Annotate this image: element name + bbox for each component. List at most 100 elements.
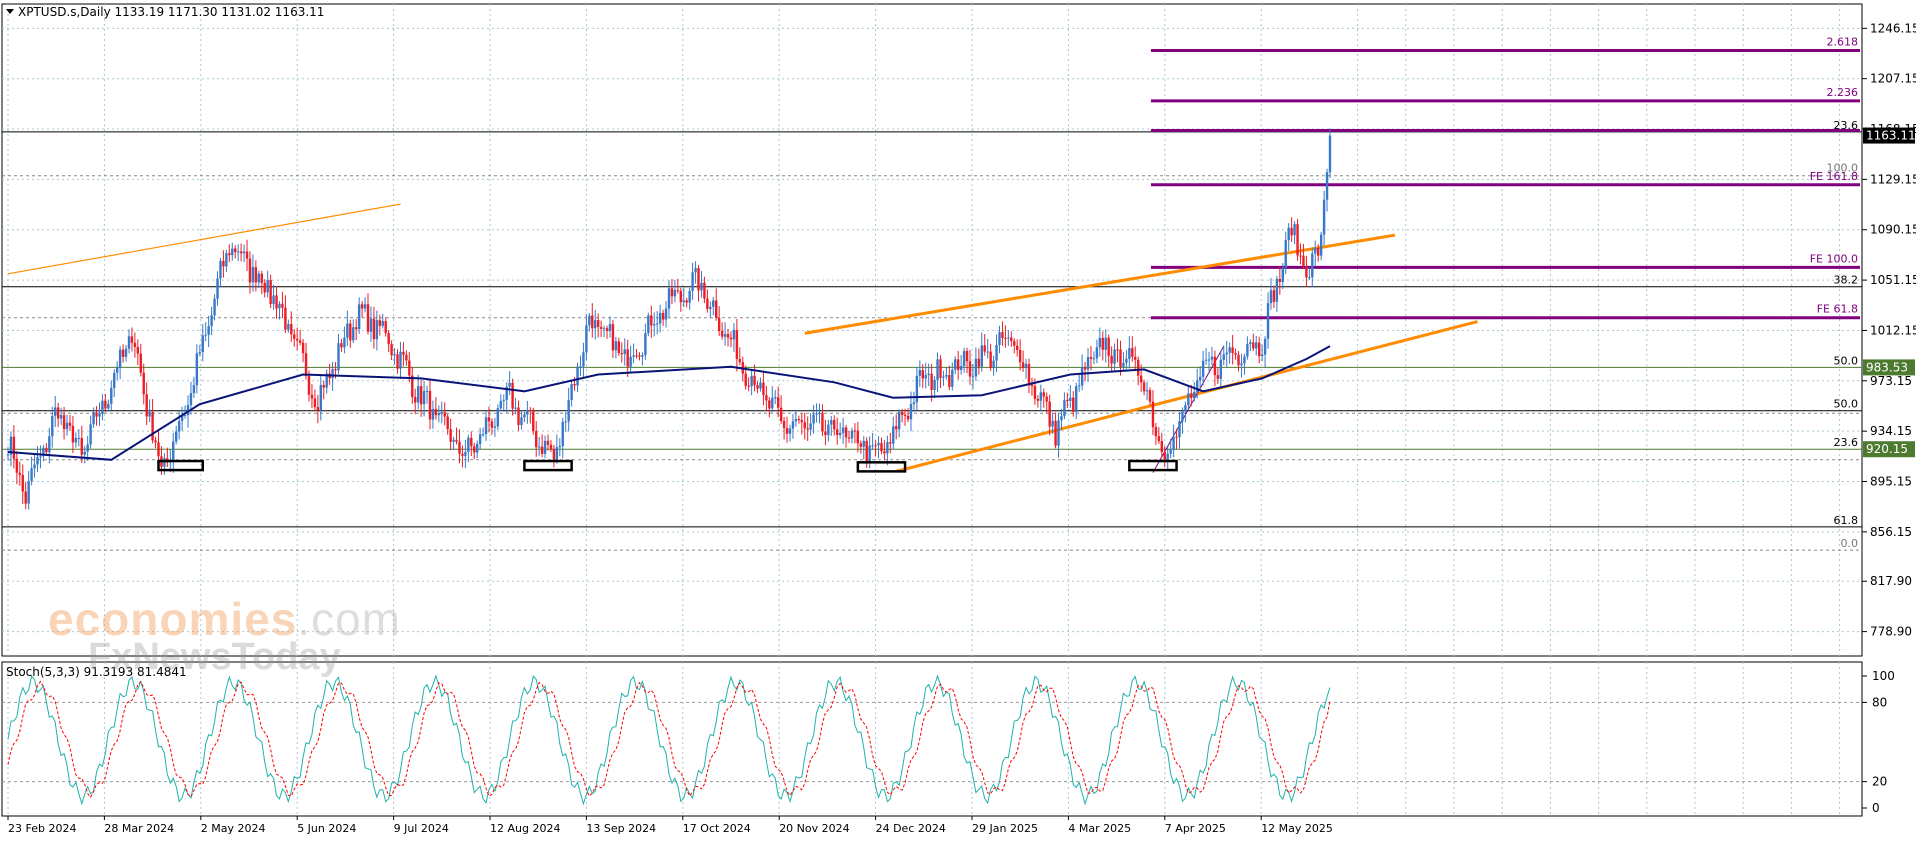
candle [667, 288, 671, 309]
candle [130, 336, 134, 343]
candle [242, 251, 246, 254]
candle [360, 304, 364, 309]
candle [968, 361, 972, 377]
candle [1308, 277, 1311, 279]
candle [830, 420, 833, 425]
candle [1030, 384, 1034, 387]
level-label: 0.0 [1841, 537, 1859, 550]
candle [956, 359, 960, 370]
x-tick-label: 12 Aug 2024 [490, 822, 560, 835]
level-label: 50.0 [1834, 398, 1859, 411]
candle [56, 407, 60, 419]
candle [107, 403, 110, 409]
candle [86, 444, 89, 452]
candle [508, 382, 511, 387]
candle [856, 430, 860, 444]
candle [1187, 393, 1190, 406]
candle [620, 352, 623, 355]
candle [1136, 359, 1140, 376]
price-label: 983.53 [1866, 360, 1908, 374]
candle [473, 446, 476, 453]
candle [977, 358, 981, 367]
candle [939, 359, 942, 378]
candle [1142, 382, 1146, 392]
candle [1128, 348, 1131, 359]
candle [700, 282, 703, 291]
candle [192, 385, 196, 394]
candle [803, 422, 806, 429]
candle [771, 397, 774, 409]
candle [629, 356, 632, 367]
candle [1148, 390, 1152, 402]
candle [850, 430, 854, 439]
candle [24, 491, 27, 504]
candle [157, 442, 160, 457]
candle [868, 445, 871, 463]
candle [774, 397, 777, 399]
candle [1328, 135, 1332, 173]
candle [1057, 420, 1060, 446]
candle [260, 273, 263, 283]
candle [1027, 363, 1031, 385]
candle [735, 330, 739, 359]
candle [222, 260, 225, 267]
candle [1278, 278, 1282, 282]
candle [1077, 385, 1081, 387]
candle [974, 358, 978, 377]
candle [647, 315, 650, 334]
y-tick-label: 1051.15 [1870, 273, 1916, 287]
candle [422, 391, 426, 405]
candle [316, 407, 320, 411]
candle [290, 324, 293, 335]
candle [284, 307, 287, 330]
candle [895, 426, 898, 430]
candle [313, 398, 317, 408]
candle [1013, 341, 1016, 346]
candle [502, 399, 505, 401]
candle [579, 366, 582, 368]
candle [959, 366, 963, 370]
candle [800, 420, 803, 423]
candle [1234, 353, 1237, 355]
support-box [1128, 459, 1178, 472]
candle [1314, 248, 1317, 254]
candle [1134, 356, 1137, 360]
candle [1163, 451, 1166, 462]
candle [18, 472, 22, 475]
candle [650, 315, 653, 326]
candle [425, 390, 429, 392]
candle [499, 400, 502, 409]
candle [688, 290, 691, 303]
y-tick-label: 1090.15 [1870, 223, 1916, 237]
candle [1207, 359, 1211, 361]
x-tick-label: 4 Mar 2025 [1068, 822, 1131, 835]
chart-canvas[interactable]: 23 Feb 2024 28 Mar 2024 2 May 2024 5 Jun 20… [0, 0, 1916, 840]
candle [1125, 358, 1128, 363]
candle [1089, 357, 1093, 359]
stoch-y-tick-label: 100 [1872, 669, 1895, 683]
candle [231, 248, 234, 256]
candle [809, 423, 812, 430]
candle [133, 342, 137, 348]
candle [765, 395, 768, 401]
x-tick-label: 2 May 2024 [201, 822, 266, 835]
candle [464, 451, 467, 456]
candle [118, 349, 122, 368]
candle [532, 411, 535, 432]
candle [732, 330, 736, 340]
candle [738, 358, 742, 363]
candle [71, 425, 75, 443]
candle [706, 298, 709, 310]
y-tick-label: 934.15 [1870, 424, 1912, 438]
candle [145, 394, 148, 417]
candle [366, 304, 370, 332]
candle [573, 384, 576, 386]
candle [1069, 397, 1072, 401]
candle [768, 400, 771, 409]
candle [45, 447, 48, 453]
candle [945, 375, 948, 377]
candle [225, 253, 228, 267]
candle [213, 298, 216, 316]
candle [1249, 342, 1252, 345]
candle [962, 350, 966, 367]
